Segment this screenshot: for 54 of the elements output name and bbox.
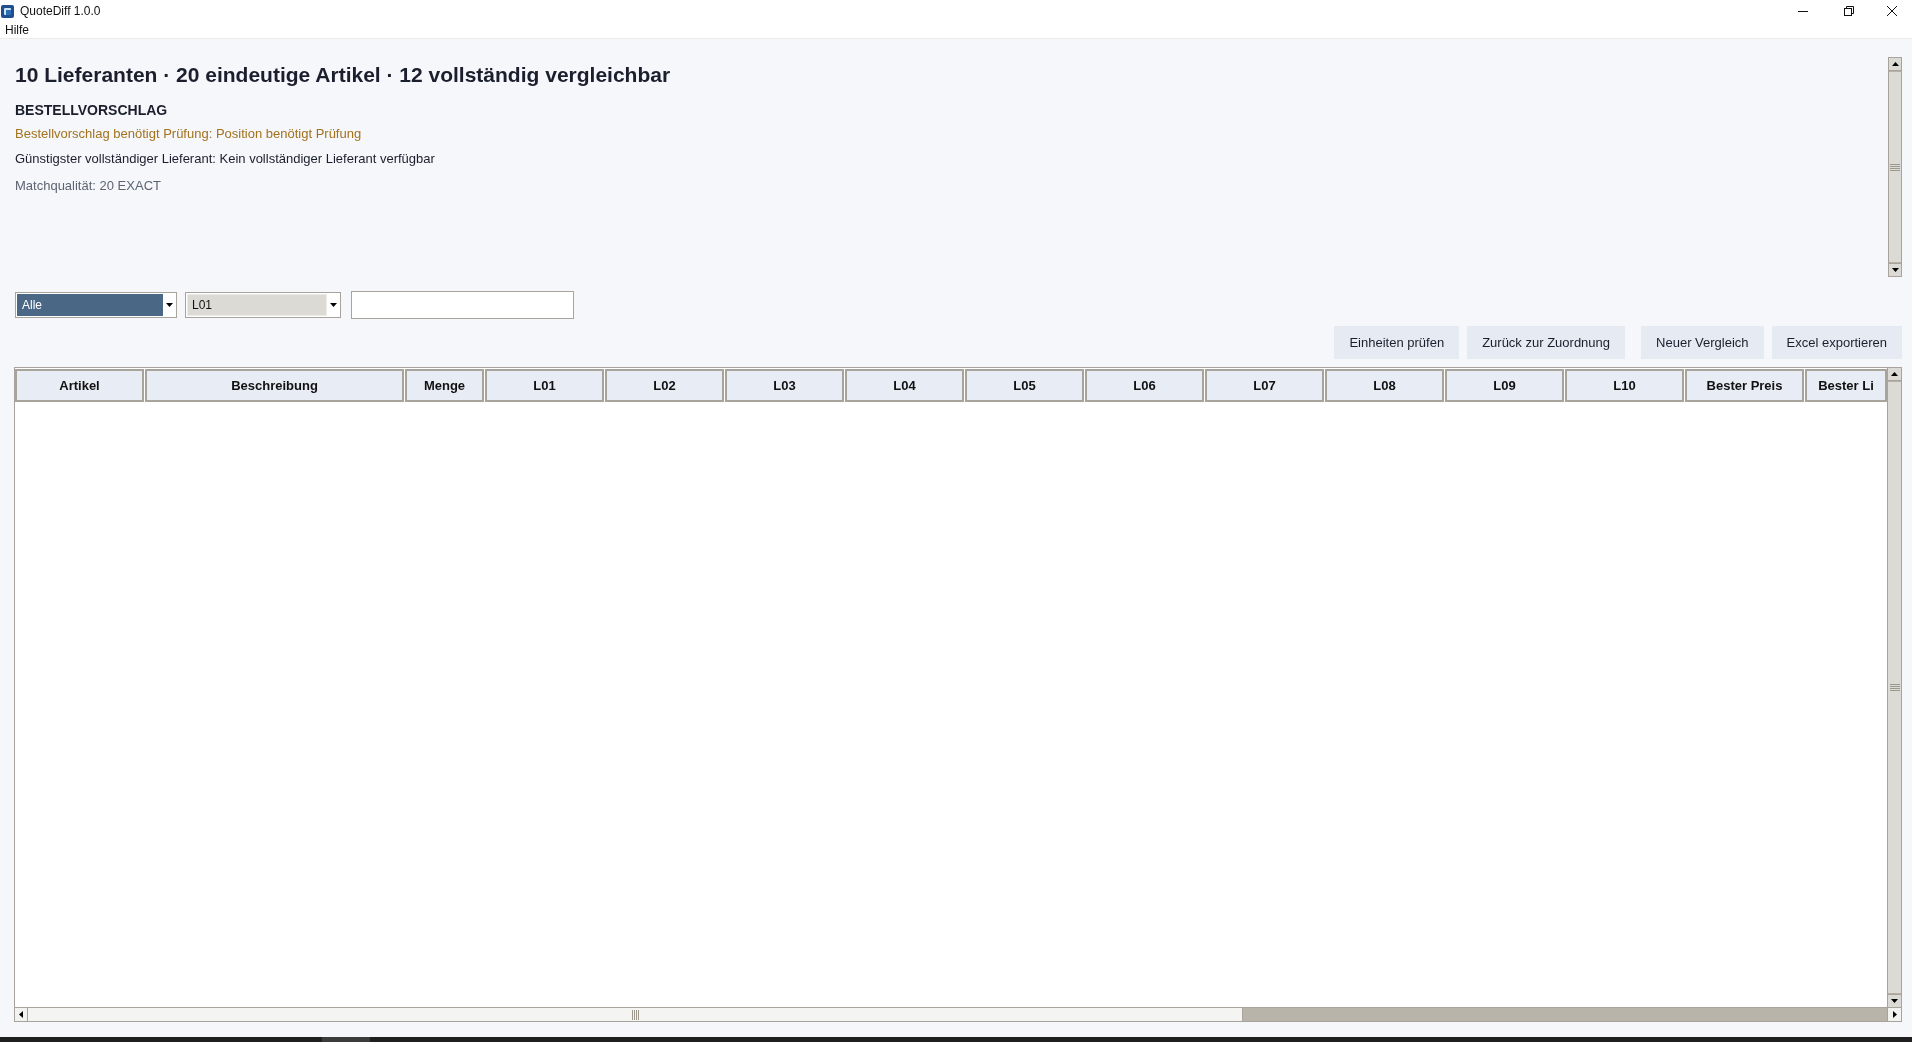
restore-icon (1844, 6, 1854, 16)
grip-icon (1890, 163, 1900, 171)
caret-down-icon (329, 303, 337, 307)
warning-text: Bestellvorschlag benötigt Prüfung: Position benötigt Prüfung (15, 125, 362, 143)
scroll-right-button[interactable] (1887, 1008, 1901, 1021)
scroll-down-button[interactable] (1889, 263, 1901, 276)
column-header[interactable]: L04 (845, 369, 964, 402)
arrow-right-icon (1892, 1011, 1897, 1018)
supplier-dropdown[interactable]: L01 (185, 292, 341, 318)
column-header[interactable]: L02 (605, 369, 724, 402)
arrow-up-icon (1891, 62, 1899, 66)
arrow-down-icon (1891, 268, 1899, 272)
app-icon (1, 4, 14, 18)
info-text: Günstigster vollständiger Lieferant: Kein vollständiger Lieferant verfügbar (15, 150, 435, 168)
grip-icon (1889, 684, 1900, 691)
caret-down-icon (165, 303, 173, 307)
column-header[interactable]: L03 (725, 369, 844, 402)
scroll-down-button[interactable] (1888, 994, 1901, 1007)
arrow-up-icon (1891, 372, 1898, 376)
column-header[interactable]: L05 (965, 369, 1084, 402)
column-header[interactable]: L06 (1085, 369, 1204, 402)
action-button[interactable]: Zurück zur Zuordnung (1467, 326, 1626, 359)
column-header[interactable]: L01 (485, 369, 604, 402)
menu-item[interactable]: Hilfe (5, 22, 29, 38)
action-button[interactable]: Excel exportieren (1771, 326, 1902, 359)
scroll-up-button[interactable] (1889, 58, 1901, 71)
minimize-icon (1798, 10, 1808, 12)
column-header[interactable]: L09 (1445, 369, 1564, 402)
summary-heading: 10 Lieferanten · 20 eindeutige Artikel · 12 vollständig vergleichbar (15, 62, 671, 88)
column-header[interactable]: Bester Preis (1685, 369, 1804, 402)
column-header[interactable]: L10 (1565, 369, 1684, 402)
action-button[interactable]: Einheiten prüfen (1334, 326, 1460, 359)
status-text: Matchqualität: 20 EXACT (15, 177, 161, 195)
window-title: QuoteDiff 1.0.0 (20, 4, 101, 18)
scroll-up-button[interactable] (1888, 368, 1901, 381)
section-title: BESTELLVORSCHLAG (15, 101, 168, 120)
column-header[interactable]: Beschreibung (145, 369, 404, 402)
scrollbar-thumb[interactable] (28, 1008, 1243, 1021)
action-button[interactable]: Neuer Vergleich (1641, 326, 1764, 359)
vertical-scrollbar[interactable] (1888, 57, 1902, 277)
scrollbar-thumb[interactable] (1889, 71, 1901, 263)
column-header[interactable]: L08 (1325, 369, 1444, 402)
column-header[interactable]: Menge (405, 369, 484, 402)
close-icon (1887, 6, 1897, 16)
grip-icon (631, 1009, 639, 1020)
column-header[interactable]: L07 (1205, 369, 1324, 402)
search-field[interactable] (351, 291, 574, 319)
horizontal-scrollbar[interactable] (15, 1007, 1901, 1021)
column-header[interactable]: Artikel (15, 369, 144, 402)
arrow-down-icon (1891, 999, 1898, 1003)
arrow-left-icon (19, 1011, 23, 1018)
scroll-left-button[interactable] (15, 1008, 28, 1021)
status-dropdown[interactable]: Alle (15, 292, 177, 318)
column-header[interactable]: Bester Li (1805, 369, 1887, 402)
